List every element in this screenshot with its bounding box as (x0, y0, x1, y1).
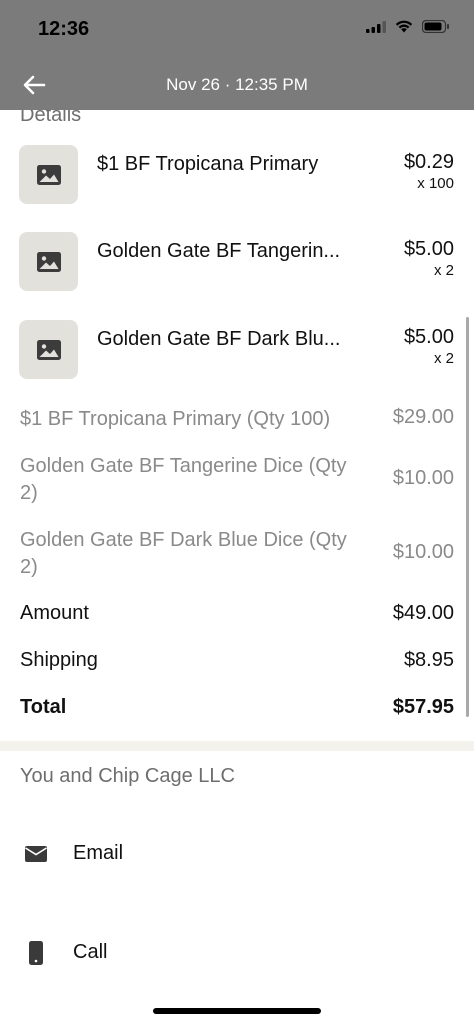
item-price: $5.00 (403, 326, 454, 348)
home-indicator[interactable] (153, 1008, 321, 1014)
amount-value: $49.00 (392, 602, 454, 624)
item-name: $1 BF Tropicana Primary (97, 153, 319, 175)
total-row: Total $57.95 (20, 696, 454, 722)
shipping-value: $8.95 (403, 649, 454, 671)
line-item: Golden Gate BF Tangerine Dice (Qty 2) $1… (20, 453, 454, 509)
item-name: Golden Gate BF Dark Blu... (97, 328, 341, 350)
party-heading: You and Chip Cage LLC (20, 765, 235, 787)
battery-icon (422, 20, 449, 33)
item-quantity: x 100 (417, 175, 454, 192)
status-icons (366, 20, 450, 33)
scrollbar[interactable] (466, 317, 469, 717)
item-thumbnail (19, 232, 78, 291)
status-time: 12:36 (38, 18, 90, 40)
cellular-signal-icon (366, 20, 386, 33)
image-placeholder-icon (36, 339, 61, 360)
status-bar: 12:36 (0, 0, 474, 60)
line-item-label: Golden Gate BF Dark Blue Dice (Qty 2) (20, 529, 347, 578)
line-item: $1 BF Tropicana Primary (Qty 100) $29.00 (20, 406, 454, 436)
line-item-value: $10.00 (392, 541, 454, 563)
transaction-details-content[interactable]: Details $1 BF Tropicana Primary $0.29 x … (0, 110, 474, 1010)
email-label: Email (73, 842, 124, 864)
call-button[interactable]: Call (0, 923, 474, 983)
item-price: $0.29 (403, 151, 454, 173)
list-item[interactable]: Golden Gate BF Dark Blu... $5.00 x 2 (0, 320, 474, 390)
line-item-label: $1 BF Tropicana Primary (Qty 100) (20, 408, 331, 430)
section-divider (0, 741, 474, 751)
call-label: Call (73, 941, 108, 963)
total-label: Total (20, 696, 67, 718)
line-item-value: $10.00 (392, 467, 454, 489)
details-heading: Details (20, 110, 82, 126)
item-name: Golden Gate BF Tangerin... (97, 240, 341, 262)
top-nav-bar: Nov 26 · 12:35 PM (0, 60, 474, 110)
wifi-icon (395, 20, 413, 33)
total-value: $57.95 (392, 696, 454, 718)
email-button[interactable]: Email (0, 824, 474, 884)
line-item-value: $29.00 (392, 406, 454, 428)
amount-label: Amount (20, 602, 89, 624)
line-item: Golden Gate BF Dark Blue Dice (Qty 2) $1… (20, 527, 454, 583)
email-icon (25, 846, 47, 862)
image-placeholder-icon (36, 164, 61, 185)
item-thumbnail (19, 320, 78, 379)
item-thumbnail (19, 145, 78, 204)
page-title: Nov 26 · 12:35 PM (166, 75, 308, 94)
amount-row: Amount $49.00 (20, 602, 454, 628)
item-price: $5.00 (403, 238, 454, 260)
item-quantity: x 2 (433, 350, 454, 367)
line-item-label: Golden Gate BF Tangerine Dice (Qty 2) (20, 455, 347, 504)
list-item[interactable]: $1 BF Tropicana Primary $0.29 x 100 (0, 145, 474, 215)
image-placeholder-icon (36, 251, 61, 272)
list-item[interactable]: Golden Gate BF Tangerin... $5.00 x 2 (0, 232, 474, 302)
phone-icon (29, 941, 43, 965)
shipping-label: Shipping (20, 649, 98, 671)
shipping-row: Shipping $8.95 (20, 649, 454, 675)
item-quantity: x 2 (433, 262, 454, 279)
